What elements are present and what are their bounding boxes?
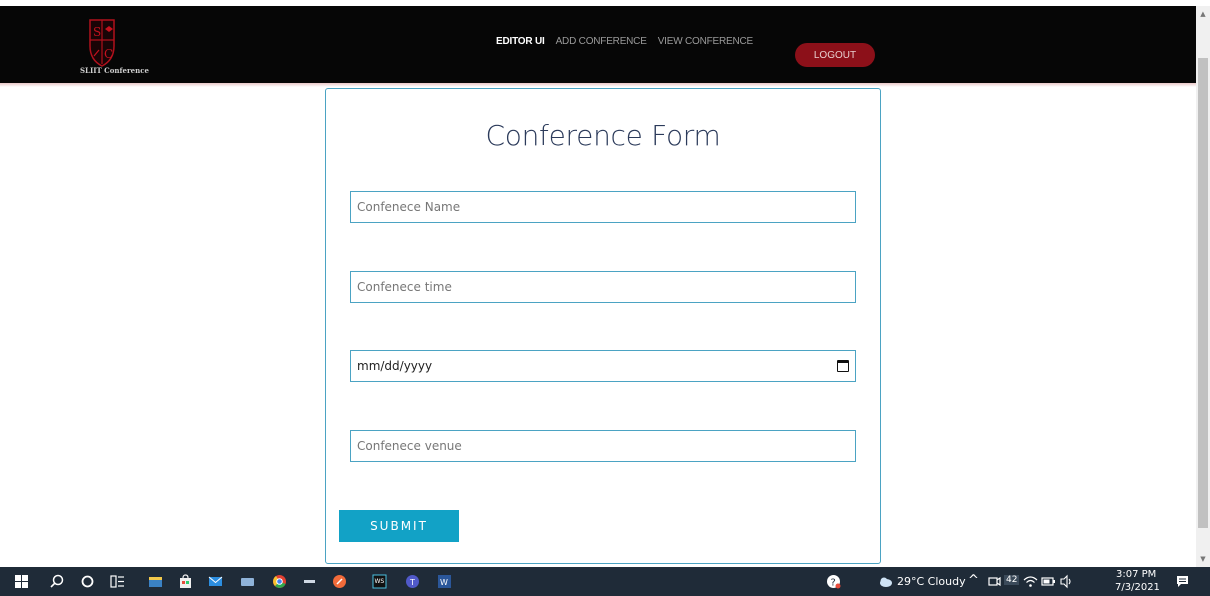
mail-icon[interactable] (208, 574, 223, 589)
meet-now-icon[interactable] (987, 574, 1002, 589)
app-dash-icon[interactable] (302, 574, 317, 589)
nav-links: EDITOR UI ADD CONFERENCE VIEW CONFERENCE (496, 36, 764, 47)
cortana-icon[interactable] (80, 574, 95, 589)
calendar-icon[interactable] (837, 360, 849, 372)
conference-name-input[interactable] (350, 191, 856, 223)
svg-text:?: ? (831, 578, 836, 589)
scroll-up-arrow-icon[interactable]: ▲ (1196, 8, 1210, 20)
file-explorer-icon[interactable] (148, 574, 163, 589)
chevron-up-icon[interactable]: ^ (968, 573, 979, 588)
battery-icon[interactable] (1041, 574, 1056, 589)
teams-icon[interactable]: T (405, 574, 420, 589)
cloudy-weather-icon (880, 577, 892, 587)
clock-time[interactable]: 3:07 PM (1116, 569, 1156, 580)
svg-text:C: C (104, 47, 113, 61)
nav-link-editor-ui[interactable]: EDITOR UI (496, 36, 545, 47)
keyboard-app-icon[interactable] (240, 574, 255, 589)
scroll-thumb[interactable] (1198, 58, 1208, 528)
logo-caption: SLIIT Conference (80, 66, 149, 75)
conference-form-card: Conference Form mm/dd/yyyy SUBMIT (325, 88, 881, 564)
notification-count-badge[interactable]: 42 (1004, 575, 1020, 585)
form-title: Conference Form (485, 119, 721, 152)
store-icon[interactable] (178, 574, 193, 589)
word-icon[interactable]: W (437, 574, 452, 589)
nav-link-view-conference[interactable]: VIEW CONFERENCE (658, 36, 754, 47)
windows-taskbar: WS T W ? 29°C Cloudy ^ 42 3:07 PM 7/3/20… (0, 567, 1210, 596)
postman-icon[interactable] (332, 574, 347, 589)
svg-text:WS: WS (375, 578, 385, 585)
svg-text:T: T (409, 578, 415, 587)
wifi-icon[interactable] (1023, 574, 1038, 589)
navbar-shadow (0, 83, 1196, 87)
conference-venue-input[interactable] (350, 430, 856, 462)
svg-text:W: W (440, 578, 448, 587)
clock-date[interactable]: 7/3/2021 (1115, 582, 1160, 593)
logout-button[interactable]: LOGOUT (795, 43, 875, 67)
action-center-icon[interactable] (1175, 574, 1190, 589)
search-icon[interactable] (50, 574, 65, 589)
windows-start-icon[interactable] (14, 574, 29, 589)
webstorm-icon[interactable]: WS (372, 574, 387, 589)
date-placeholder: mm/dd/yyyy (357, 359, 433, 373)
help-icon[interactable]: ? (826, 574, 841, 589)
weather-text[interactable]: 29°C Cloudy (897, 575, 966, 588)
task-view-icon[interactable] (110, 574, 125, 589)
chrome-icon[interactable] (272, 574, 287, 589)
conference-time-input[interactable] (350, 271, 856, 303)
svg-text:S: S (93, 25, 101, 39)
conference-date-input[interactable]: mm/dd/yyyy (350, 350, 856, 382)
submit-button[interactable]: SUBMIT (339, 510, 459, 542)
nav-link-add-conference[interactable]: ADD CONFERENCE (556, 36, 647, 47)
page-scrollbar[interactable]: ▲ ▼ (1196, 6, 1210, 567)
scroll-down-arrow-icon[interactable]: ▼ (1196, 553, 1210, 565)
volume-icon[interactable] (1059, 574, 1074, 589)
navbar: S C SLIIT Conference EDITOR UI ADD CONFE… (0, 6, 1196, 83)
